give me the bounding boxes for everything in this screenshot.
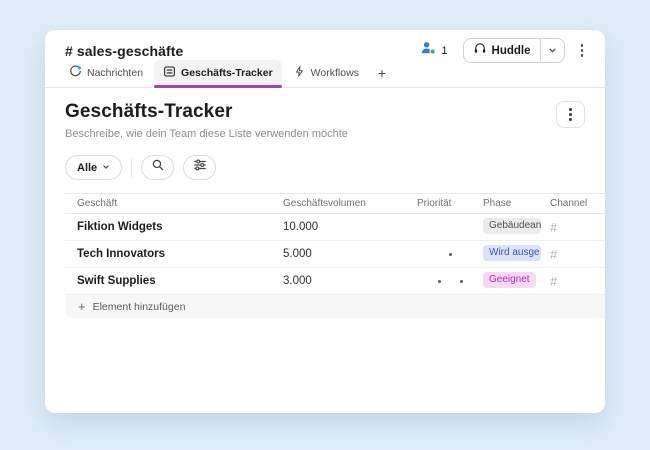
channel-header: # sales-geschäfte 1 Huddle <box>45 30 605 63</box>
tab-label: Nachrichten <box>87 67 144 79</box>
huddle-toggle[interactable]: Huddle <box>464 39 540 62</box>
channel-name: # sales-geschäfte <box>65 42 184 59</box>
deals-table: Geschäft Geschäftsvolumen Priorität Phas… <box>65 193 605 318</box>
tab-label: Geschäfts-Tracker <box>181 67 273 79</box>
deal-name[interactable]: Swift Supplies <box>65 275 283 287</box>
view-filter-label: Alle <box>77 161 98 174</box>
tab-label: Workflows <box>310 67 359 79</box>
search-icon <box>151 158 165 177</box>
add-tab-button[interactable]: + <box>370 63 394 87</box>
deal-name[interactable]: Tech Innovators <box>65 248 283 260</box>
search-button[interactable] <box>141 155 175 180</box>
deal-volume[interactable]: 3.000 <box>283 275 417 287</box>
headphones-icon <box>473 41 487 60</box>
deal-name[interactable]: Fiktion Widgets <box>65 221 283 233</box>
column-header-channel[interactable]: Channel <box>550 198 605 209</box>
toolbar-divider <box>131 158 133 177</box>
list-more-button[interactable] <box>556 101 585 128</box>
column-header-volumen[interactable]: Geschäftsvolumen <box>283 198 417 209</box>
sliders-icon <box>193 158 207 177</box>
huddle-label: Huddle <box>491 44 531 57</box>
column-header-prioritaet[interactable]: Priorität <box>417 198 483 209</box>
plus-icon: + <box>78 299 86 314</box>
filter-button[interactable] <box>183 155 217 180</box>
table-header-row: Geschäft Geschäftsvolumen Priorität Phas… <box>65 193 605 214</box>
list-content: Geschäfts-Tracker Beschreibe, wie dein T… <box>45 88 605 318</box>
add-element-label: Element hinzufügen <box>92 300 186 313</box>
channel-hash-icon[interactable]: # <box>550 274 605 289</box>
tab-geschaefts-tracker[interactable]: Geschäfts-Tracker <box>154 60 282 88</box>
deal-volume[interactable]: 5.000 <box>283 248 417 260</box>
column-header-phase[interactable]: Phase <box>483 198 550 209</box>
priority-dots[interactable] <box>417 252 483 256</box>
workflow-icon <box>293 65 306 81</box>
channel-hash-icon[interactable]: # <box>550 247 605 262</box>
phase-badge[interactable]: Wird ausge… <box>483 244 541 261</box>
header-actions: 1 Huddle <box>415 38 589 63</box>
phase-cell: Geeignet <box>483 271 550 291</box>
filter-toolbar: Alle <box>65 155 585 180</box>
chevron-down-icon <box>102 162 110 174</box>
chevron-down-icon <box>548 42 557 60</box>
phase-badge[interactable]: Geeignet <box>483 271 536 288</box>
channel-more-button[interactable] <box>575 40 590 61</box>
table-row[interactable]: Swift Supplies 3.000 Geeignet # <box>65 268 605 295</box>
phase-badge[interactable]: Gebäudean… <box>483 217 541 234</box>
view-filter-dropdown[interactable]: Alle <box>65 155 123 180</box>
huddle-caret-button[interactable] <box>541 39 564 62</box>
tab-nachrichten[interactable]: Nachrichten <box>60 60 152 87</box>
kebab-icon <box>569 108 572 121</box>
page-title: Geschäfts-Tracker <box>65 101 233 122</box>
table-row[interactable]: Fiktion Widgets 10.000 Gebäudean… # <box>65 214 605 241</box>
list-icon <box>163 65 176 81</box>
members-button[interactable]: 1 <box>415 38 452 63</box>
deal-volume[interactable]: 10.000 <box>283 221 417 233</box>
page-subtitle[interactable]: Beschreibe, wie dein Team diese Liste ve… <box>65 128 348 140</box>
member-count: 1 <box>441 44 448 57</box>
channel-window: # sales-geschäfte 1 Huddle Nachrichten G… <box>45 30 605 413</box>
app-background: { "header": { "channel_name": "# sales-g… <box>0 0 650 450</box>
huddle-button[interactable]: Huddle <box>462 38 565 63</box>
member-avatar-icon <box>420 40 437 61</box>
tab-workflows[interactable]: Workflows <box>284 60 368 87</box>
channel-tabbar: Nachrichten Geschäfts-Tracker Workflows … <box>45 60 605 88</box>
channel-hash-icon[interactable]: # <box>550 220 605 235</box>
messages-icon <box>69 65 82 81</box>
phase-cell: Wird ausge… <box>483 244 550 264</box>
table-row[interactable]: Tech Innovators 5.000 Wird ausge… # <box>65 241 605 268</box>
phase-cell: Gebäudean… <box>483 217 550 237</box>
column-header-geschaeft[interactable]: Geschäft <box>65 198 283 209</box>
add-element-row[interactable]: + Element hinzufügen <box>65 295 605 318</box>
priority-dots[interactable] <box>417 279 483 283</box>
